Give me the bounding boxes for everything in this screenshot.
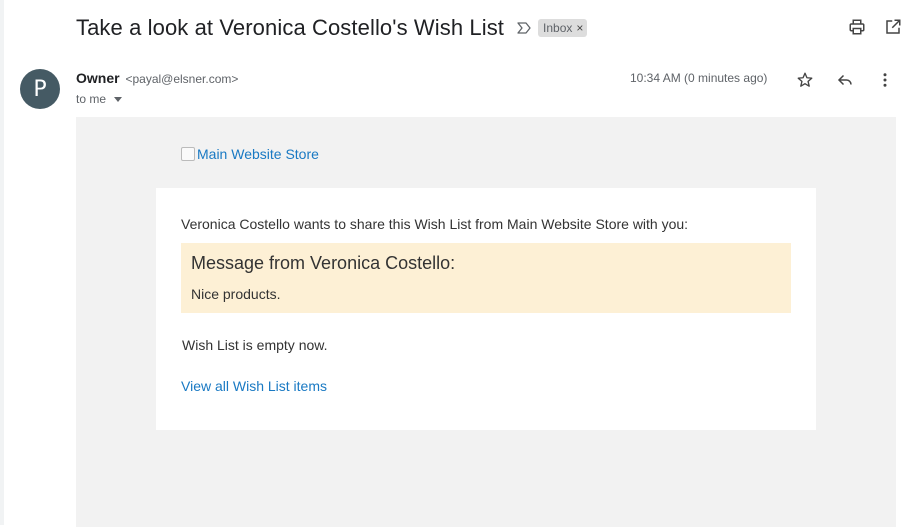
reply-icon[interactable]: [835, 70, 855, 90]
email-body: Main Website Store Veronica Costello wan…: [76, 117, 896, 527]
wishlist-empty-note: Wish List is empty now.: [182, 337, 328, 353]
subject-row: Take a look at Veronica Costello's Wish …: [76, 12, 588, 44]
thread-actions: [847, 17, 903, 37]
message-text: Nice products.: [191, 286, 281, 302]
message-actions: [795, 70, 895, 90]
message-box: Message from Veronica Costello: Nice pro…: [181, 243, 791, 313]
wishlist-card: Veronica Costello wants to share this Wi…: [156, 188, 816, 430]
recipients-toggle[interactable]: to me: [76, 92, 123, 106]
importance-marker-icon[interactable]: [516, 20, 532, 36]
sender-name[interactable]: Owner: [76, 70, 120, 86]
recipients-label: to me: [76, 92, 107, 106]
broken-image-icon: [181, 147, 195, 161]
message-title: Message from Veronica Costello:: [191, 253, 456, 273]
view-wishlist-link[interactable]: View all Wish List items: [181, 378, 327, 394]
sender-avatar[interactable]: P: [20, 69, 60, 109]
chevron-down-icon[interactable]: [114, 97, 123, 102]
store-logo-link[interactable]: Main Website Store: [181, 146, 319, 162]
star-icon[interactable]: [795, 70, 815, 90]
sender-email: <payal@elsner.com>: [125, 72, 239, 86]
more-vertical-icon[interactable]: [875, 70, 895, 90]
share-intro-text: Veronica Costello wants to share this Wi…: [181, 216, 689, 232]
label-chip-text: Inbox: [543, 21, 573, 35]
remove-label-icon[interactable]: ×: [576, 21, 583, 35]
sender-line: Owner <payal@elsner.com>: [76, 70, 238, 86]
email-subject: Take a look at Veronica Costello's Wish …: [76, 15, 505, 40]
store-logo-alt: Main Website Store: [197, 146, 319, 162]
inbox-label-chip[interactable]: Inbox ×: [538, 19, 588, 37]
left-border-strip: [0, 0, 4, 525]
print-icon[interactable]: [847, 17, 867, 37]
open-in-new-window-icon[interactable]: [883, 17, 903, 37]
email-timestamp: 10:34 AM (0 minutes ago): [630, 71, 768, 85]
